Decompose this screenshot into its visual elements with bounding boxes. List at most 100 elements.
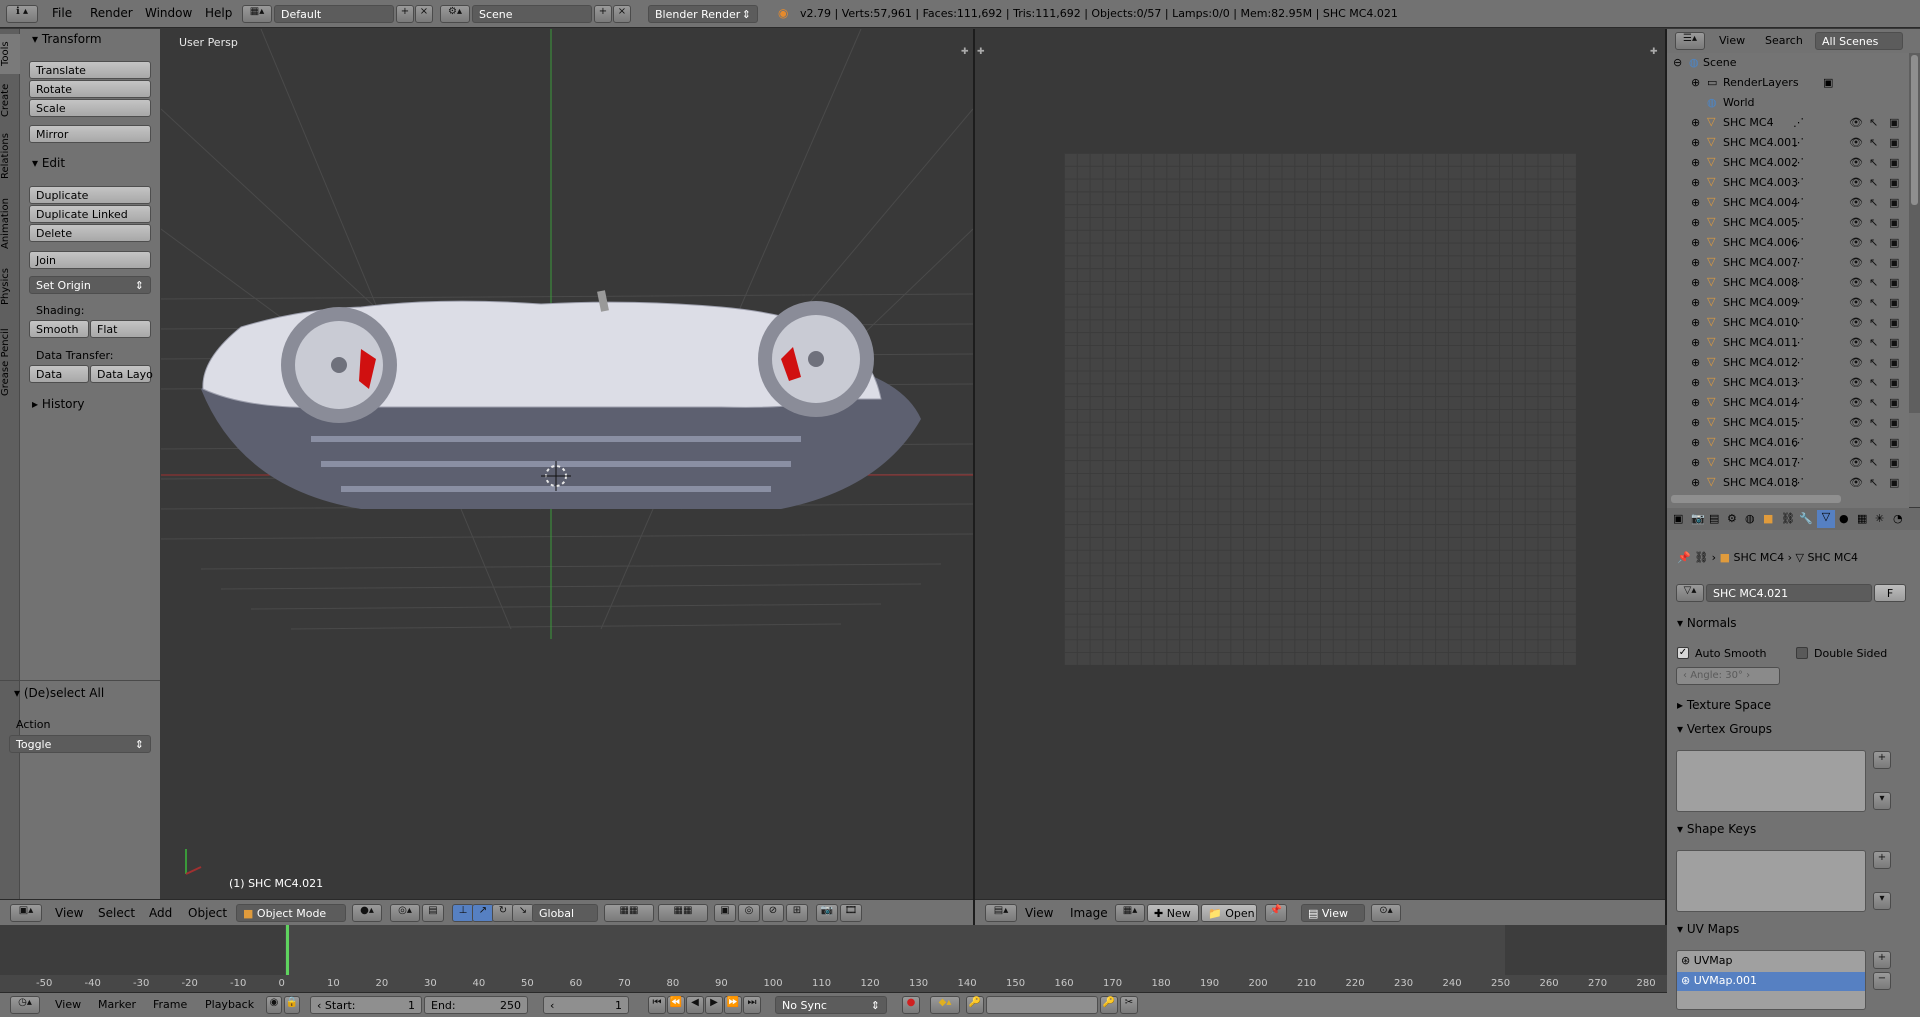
translate-manipulator-icon[interactable]: ↗	[472, 904, 494, 922]
mesh-data-icon[interactable]: ⋰	[1793, 396, 1804, 409]
cursor-select-icon[interactable]: ↖	[1869, 476, 1878, 489]
eye-icon[interactable]: 👁	[1849, 196, 1863, 209]
render-camera-icon[interactable]: ▣	[1889, 456, 1899, 469]
tab-relations[interactable]: Relations	[0, 126, 20, 186]
cursor-select-icon[interactable]: ↖	[1869, 116, 1878, 129]
uv-editor-type-icon[interactable]: ▤▴	[985, 904, 1017, 922]
render-preview-icon[interactable]: 📷	[816, 904, 838, 922]
eye-icon[interactable]: 👁	[1849, 156, 1863, 169]
render-camera-icon[interactable]: ▣	[1889, 196, 1899, 209]
cursor-select-icon[interactable]: ↖	[1869, 376, 1878, 389]
play-reverse-icon[interactable]: ◀	[686, 996, 704, 1014]
outliner-row[interactable]: ⊕ ▽ SHC MC4.008 ⋰ 👁 ↖ ▣	[1667, 273, 1920, 293]
cursor-select-icon[interactable]: ↖	[1869, 236, 1878, 249]
mesh-browse-icon[interactable]: ▽▴	[1676, 584, 1704, 602]
render-camera-icon[interactable]: ▣	[1889, 116, 1899, 129]
pivot-uv-icon[interactable]: ⊙▴	[1371, 904, 1401, 922]
scene-select[interactable]: Scene	[472, 5, 592, 23]
render-camera-icon[interactable]: ▣	[1889, 136, 1899, 149]
data-button[interactable]: Data	[29, 365, 89, 383]
lock-icon[interactable]: 🔒	[284, 996, 300, 1014]
render-camera-icon[interactable]: ▣	[1889, 376, 1899, 389]
snap-element-icon[interactable]: ⊞	[786, 904, 808, 922]
eye-icon[interactable]: 👁	[1849, 476, 1863, 489]
outliner-row[interactable]: ⊕ ▽ SHC MC4.015 ⋰ 👁 ↖ ▣	[1667, 413, 1920, 433]
duplicate-button[interactable]: Duplicate	[29, 186, 151, 204]
keying-set-icon[interactable]: 🔑	[966, 996, 984, 1014]
cursor-select-icon[interactable]: ↖	[1869, 296, 1878, 309]
cursor-select-icon[interactable]: ↖	[1869, 196, 1878, 209]
smooth-button[interactable]: Smooth	[29, 320, 89, 338]
particles-tab-icon[interactable]: ✳	[1875, 512, 1884, 525]
outliner-row[interactable]: ⊕ ▽ SHC MC4.007 ⋰ 👁 ↖ ▣	[1667, 253, 1920, 273]
render-tab-icon[interactable]: 📷	[1691, 512, 1705, 525]
shape-key-add-icon[interactable]: +	[1873, 851, 1891, 869]
data-layout-button[interactable]: Data Layo	[90, 365, 153, 383]
play-icon[interactable]: ▶	[705, 996, 723, 1014]
object-tab-icon[interactable]: ■	[1763, 512, 1773, 525]
delete-button[interactable]: Delete	[29, 224, 151, 242]
viewport-menu-select[interactable]: Select	[98, 906, 135, 920]
expand-icon[interactable]: ⊕	[1691, 416, 1700, 429]
expand-icon[interactable]: ⊕	[1691, 336, 1700, 349]
viewport-menu-add[interactable]: Add	[149, 906, 172, 920]
expand-icon[interactable]: ⊕	[1691, 216, 1700, 229]
cursor-select-icon[interactable]: ↖	[1869, 396, 1878, 409]
mesh-data-icon[interactable]: ⋰	[1793, 436, 1804, 449]
render-camera-icon[interactable]: ▣	[1889, 476, 1899, 489]
mode-select[interactable]: ■ Object Mode	[236, 904, 346, 922]
rotate-button[interactable]: Rotate	[29, 80, 151, 98]
material-tab-icon[interactable]: ●	[1839, 512, 1849, 525]
delete-keyframe-icon[interactable]: ✂	[1120, 996, 1138, 1014]
timeline-menu-playback[interactable]: Playback	[205, 998, 254, 1011]
outliner-row[interactable]: ⊕ ▽ SHC MC4.003 ⋰ 👁 ↖ ▣	[1667, 173, 1920, 193]
mesh-data-icon[interactable]: ⋰	[1793, 416, 1804, 429]
constraints-tab-icon[interactable]: ⛓	[1781, 512, 1795, 525]
expand-icon[interactable]: ⊕	[1691, 376, 1700, 389]
manipulator-icon[interactable]: ⊥	[452, 904, 474, 922]
cursor-select-icon[interactable]: ↖	[1869, 156, 1878, 169]
eye-icon[interactable]: 👁	[1849, 376, 1863, 389]
tab-create[interactable]: Create	[0, 77, 20, 123]
expand-icon[interactable]: ⊕	[1691, 176, 1700, 189]
translate-button[interactable]: Translate	[29, 61, 151, 79]
cursor-select-icon[interactable]: ↖	[1869, 256, 1878, 269]
mesh-data-icon[interactable]: ⋰	[1793, 336, 1804, 349]
outliner-menu-view[interactable]: View	[1719, 34, 1745, 47]
outliner-menu-search[interactable]: Search	[1765, 34, 1803, 47]
shading-mode-icon[interactable]: ●▴	[352, 904, 382, 922]
texture-space-panel-header[interactable]: ▸ Texture Space	[1677, 698, 1771, 712]
tab-tools[interactable]: Tools	[0, 34, 20, 74]
eye-icon[interactable]: 👁	[1849, 416, 1863, 429]
mesh-data-icon[interactable]: ⋰	[1793, 236, 1804, 249]
action-select[interactable]: Toggle ⇕	[9, 735, 151, 753]
cursor-select-icon[interactable]: ↖	[1869, 336, 1878, 349]
render-engine-select[interactable]: Blender Render ⇕	[648, 5, 758, 23]
3d-viewport[interactable]: User Persp (1) SHC MC4.021 ✚	[161, 29, 973, 899]
jump-start-icon[interactable]: ⏮	[648, 996, 666, 1014]
cursor-select-icon[interactable]: ↖	[1869, 436, 1878, 449]
eye-icon[interactable]: 👁	[1849, 296, 1863, 309]
uv-image-editor[interactable]: ✚ ✚	[975, 29, 1665, 899]
render-camera-icon[interactable]: ▣	[1889, 356, 1899, 369]
vertex-group-menu-icon[interactable]: ▾	[1873, 792, 1891, 810]
render-camera-icon[interactable]: ▣	[1889, 296, 1899, 309]
area-corner-right-icon[interactable]: ✚	[1650, 47, 1658, 57]
normals-panel-header[interactable]: ▾ Normals	[1677, 616, 1737, 630]
render-camera-icon[interactable]: ▣	[1889, 336, 1899, 349]
mesh-name-input[interactable]: SHC MC4.021	[1706, 584, 1872, 602]
render-camera-icon[interactable]: ▣	[1889, 176, 1899, 189]
outliner-row[interactable]: ⊕ ▽ SHC MC4.013 ⋰ 👁 ↖ ▣	[1667, 373, 1920, 393]
sync-mode-select[interactable]: No Sync ⇕	[775, 996, 887, 1014]
render-camera-icon[interactable]: ▣	[1889, 436, 1899, 449]
layout-select[interactable]: Default	[274, 5, 394, 23]
timeline[interactable]: -50 -40 -30 -20 -10 0 10 20 30 40 50 60 70 80 90 100 110…	[0, 925, 1667, 992]
cursor-select-icon[interactable]: ↖	[1869, 416, 1878, 429]
mesh-data-icon[interactable]: ⋰	[1793, 456, 1804, 469]
eye-icon[interactable]: 👁	[1849, 136, 1863, 149]
outliner-row[interactable]: ⊕ ▽ SHC MC4.005 ⋰ 👁 ↖ ▣	[1667, 213, 1920, 233]
current-frame-indicator[interactable]	[286, 925, 289, 981]
cursor-select-icon[interactable]: ↖	[1869, 216, 1878, 229]
mesh-data-icon[interactable]: ⋰	[1793, 156, 1804, 169]
eye-icon[interactable]: 👁	[1849, 256, 1863, 269]
